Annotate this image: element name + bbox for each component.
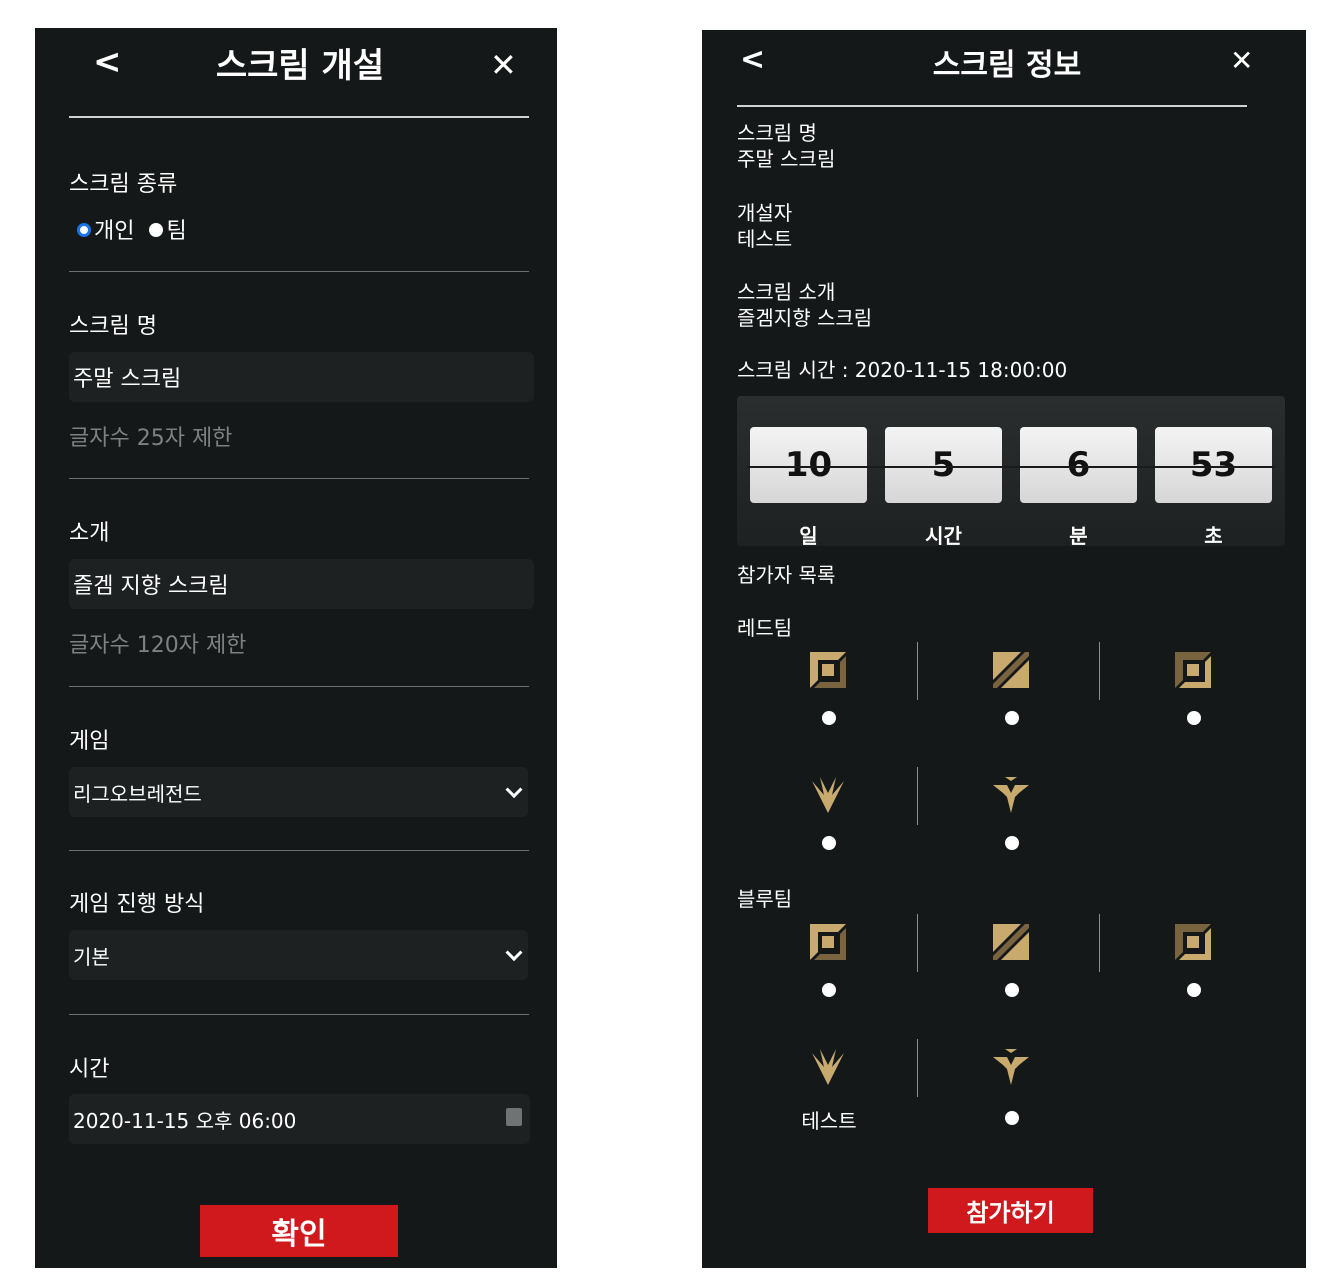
- datetime-value: 2020-11-15 오후 06:00: [73, 1108, 297, 1133]
- page-title: 스크림 정보: [932, 48, 1082, 83]
- empty-slot-dot[interactable]: [1005, 983, 1019, 997]
- flip-divider-line: [747, 466, 1275, 468]
- empty-slot-dot[interactable]: [1187, 983, 1201, 997]
- game-label: 게임: [69, 729, 110, 754]
- intro-label: 스크림 소개: [737, 280, 836, 304]
- empty-slot-dot[interactable]: [1005, 1111, 1019, 1125]
- participant-name: 테스트: [801, 1109, 857, 1133]
- red-team-label: 레드팀: [737, 616, 793, 640]
- support-icon[interactable]: [991, 775, 1031, 815]
- radio-individual-label: 개인: [94, 219, 135, 244]
- empty-slot-dot[interactable]: [822, 836, 836, 850]
- empty-slot-dot[interactable]: [1187, 711, 1201, 725]
- section-divider: [69, 478, 529, 479]
- radio-individual[interactable]: 개인: [77, 219, 134, 244]
- days-unit: 일: [799, 524, 818, 548]
- jungle-icon[interactable]: [991, 922, 1031, 962]
- game-mode-select-value: 기본: [73, 944, 110, 969]
- header-divider: [69, 116, 529, 118]
- create-scrim-panel: < 스크림 개설 ✕ 스크림 종류 개인 팀 스크림 명 주말 스크림 글자수 …: [35, 28, 557, 1268]
- intro-value: 즐겜지향 스크림: [737, 306, 873, 330]
- empty-slot-dot[interactable]: [822, 983, 836, 997]
- creator-value: 테스트: [737, 227, 793, 251]
- slot-divider: [917, 914, 918, 972]
- radio-unselected-icon[interactable]: [149, 223, 164, 237]
- top-icon[interactable]: [808, 922, 848, 962]
- scrim-name-value: 주말 스크림: [737, 147, 836, 171]
- creator-label: 개설자: [737, 201, 793, 225]
- section-divider: [69, 686, 529, 687]
- scrim-type-radio-group: 개인 팀: [77, 213, 187, 245]
- section-divider: [69, 850, 529, 851]
- mid-icon[interactable]: [1173, 922, 1213, 962]
- calendar-icon[interactable]: [506, 1108, 522, 1126]
- slot-divider: [1099, 914, 1100, 972]
- scrim-name-input[interactable]: 주말 스크림: [69, 352, 534, 402]
- section-divider: [69, 271, 529, 272]
- scrim-name-hint: 글자수 25자 제한: [69, 426, 233, 451]
- hours-unit: 시간: [925, 524, 962, 548]
- empty-slot-dot[interactable]: [1005, 711, 1019, 725]
- time-label: 시간: [69, 1057, 110, 1082]
- adc-icon[interactable]: [808, 1047, 848, 1087]
- game-mode-select[interactable]: 기본: [69, 930, 528, 980]
- intro-label: 소개: [69, 521, 110, 546]
- back-button[interactable]: <: [740, 42, 765, 77]
- mid-icon[interactable]: [1173, 650, 1213, 690]
- intro-hint: 글자수 120자 제한: [69, 633, 247, 658]
- minutes-unit: 분: [1069, 524, 1088, 548]
- radio-selected-icon[interactable]: [77, 223, 91, 237]
- empty-slot-dot[interactable]: [1005, 836, 1019, 850]
- game-mode-label: 게임 진행 방식: [69, 892, 205, 917]
- top-icon[interactable]: [808, 650, 848, 690]
- game-select-value: 리그오브레전드: [73, 781, 202, 806]
- seconds-unit: 초: [1204, 524, 1223, 548]
- join-button[interactable]: 참가하기: [928, 1188, 1093, 1233]
- adc-icon[interactable]: [808, 775, 848, 815]
- participants-label: 참가자 목록: [737, 563, 836, 587]
- scrim-time-text: 스크림 시간 : 2020-11-15 18:00:00: [737, 358, 1068, 382]
- scrim-name-label: 스크림 명: [737, 121, 817, 145]
- support-icon[interactable]: [991, 1047, 1031, 1087]
- scrim-name-label: 스크림 명: [69, 314, 157, 339]
- blue-team-label: 블루팀: [737, 887, 793, 911]
- page-title: 스크림 개설: [215, 46, 385, 86]
- radio-team-label: 팀: [166, 219, 187, 244]
- empty-slot-dot[interactable]: [822, 711, 836, 725]
- intro-input[interactable]: 즐겜 지향 스크림: [69, 559, 534, 609]
- slot-divider: [917, 1039, 918, 1097]
- jungle-icon[interactable]: [991, 650, 1031, 690]
- section-divider: [69, 1014, 529, 1015]
- header-divider: [737, 105, 1247, 107]
- slot-divider: [1099, 642, 1100, 700]
- back-button[interactable]: <: [93, 42, 122, 82]
- countdown-hours: 5: [885, 427, 1002, 503]
- chevron-down-icon: [505, 781, 523, 799]
- countdown-timer: 10 5 6 53 일 시간 분 초: [737, 396, 1285, 548]
- countdown-seconds: 53: [1155, 427, 1272, 503]
- close-button[interactable]: ✕: [490, 46, 517, 84]
- slot-divider: [917, 767, 918, 825]
- close-button[interactable]: ✕: [1230, 44, 1253, 77]
- chevron-down-icon: [505, 944, 523, 962]
- game-select[interactable]: 리그오브레전드: [69, 767, 528, 817]
- slot-divider: [917, 642, 918, 700]
- datetime-input[interactable]: 2020-11-15 오후 06:00: [69, 1094, 530, 1144]
- radio-team[interactable]: 팀: [149, 219, 187, 244]
- scrim-type-label: 스크림 종류: [69, 172, 178, 197]
- confirm-button[interactable]: 확인: [200, 1205, 398, 1257]
- countdown-days: 10: [750, 427, 867, 503]
- countdown-minutes: 6: [1020, 427, 1137, 503]
- scrim-info-panel: < 스크림 정보 ✕ 스크림 명 주말 스크림 개설자 테스트 스크림 소개 즐…: [702, 30, 1306, 1268]
